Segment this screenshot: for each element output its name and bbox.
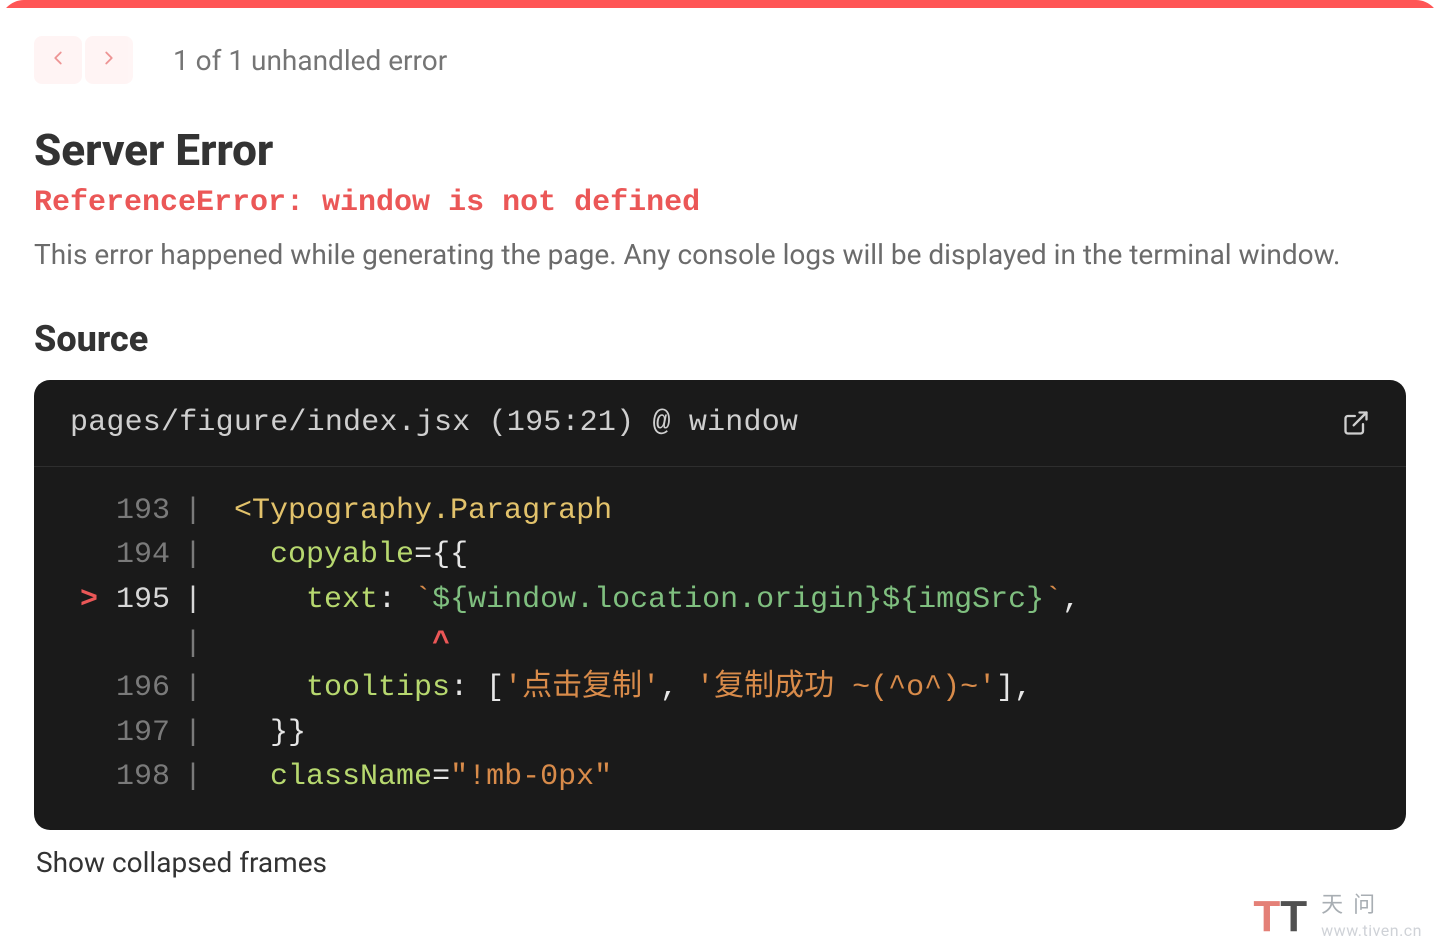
gutter-mark <box>70 711 98 755</box>
error-counter: 1 of 1 unhandled error <box>173 44 447 77</box>
arrow-left-icon <box>47 47 69 73</box>
gutter-mark <box>70 533 98 577</box>
gutter-mark <box>70 622 98 666</box>
gutter-pipe: | <box>170 711 216 755</box>
show-collapsed-frames-button[interactable]: Show collapsed frames <box>36 846 1406 879</box>
code-token: ` <box>414 578 432 622</box>
source-file: pages/figure/index.jsx <box>70 406 470 440</box>
gutter-mark <box>70 755 98 799</box>
code-token: }} <box>270 711 306 755</box>
watermark-line1: 天问 <box>1321 895 1422 917</box>
watermark-line2: www.tiven.cn <box>1321 923 1422 939</box>
code-token: copyable <box>270 533 414 577</box>
watermark-logo-part2: T <box>1280 892 1307 941</box>
gutter-mark <box>70 666 98 710</box>
gutter-pipe: | <box>170 666 216 710</box>
gutter-line-number: 197 <box>98 711 170 755</box>
code-token <box>234 711 270 755</box>
gutter-pipe: | <box>170 489 216 533</box>
code-token: = <box>414 533 432 577</box>
gutter-pipe: | <box>170 755 216 799</box>
gutter-line-number: 196 <box>98 666 170 710</box>
code-line: 193| <Typography.Paragraph <box>70 489 1370 533</box>
code-token: className <box>270 755 432 799</box>
code-token: : <box>378 578 414 622</box>
error-overlay: 1 of 1 unhandled error Server Error Refe… <box>0 0 1440 952</box>
error-content: Server Error ReferenceError: window is n… <box>0 84 1440 879</box>
gutter-pipe: | <box>170 622 216 666</box>
code-token: ` <box>1044 578 1062 622</box>
code-token: '点击复制' <box>504 666 660 710</box>
source-header: pages/figure/index.jsx (195:21) @ window <box>34 380 1406 467</box>
code-token <box>234 578 306 622</box>
watermark-logo-part1: T <box>1253 892 1280 941</box>
code-token: tooltips <box>306 666 450 710</box>
source-location: pages/figure/index.jsx (195:21) @ window <box>70 406 798 440</box>
code-line: | ^ <box>70 622 1370 666</box>
error-message: ReferenceError: window is not defined <box>34 186 1406 220</box>
error-header: 1 of 1 unhandled error <box>0 8 1440 84</box>
watermark-text: 天问 www.tiven.cn <box>1321 895 1422 939</box>
error-nav <box>34 36 133 84</box>
source-heading: Source <box>34 318 1406 360</box>
code-line: 194| copyable={{ <box>70 533 1370 577</box>
source-code: 193| <Typography.Paragraph 194| copyable… <box>34 467 1406 830</box>
top-stripe <box>0 0 1440 8</box>
code-token: = <box>432 755 450 799</box>
code-token: ], <box>996 666 1032 710</box>
watermark-logo: TT <box>1253 892 1307 942</box>
error-section-title: Server Error <box>34 124 1406 176</box>
code-token: <Typography.Paragraph <box>234 489 612 533</box>
code-token <box>234 666 306 710</box>
code-line: >195| text: `${window.location.origin}${… <box>70 578 1370 622</box>
gutter-line-number: 195 <box>98 578 170 622</box>
code-token: "!mb-0px" <box>450 755 612 799</box>
open-in-editor-button[interactable] <box>1342 409 1370 437</box>
watermark: TT 天问 www.tiven.cn <box>1253 892 1422 942</box>
error-description: This error happened while generating the… <box>34 236 1406 274</box>
code-token <box>234 622 432 666</box>
arrow-right-icon <box>98 47 120 73</box>
external-link-icon <box>1342 422 1370 441</box>
source-card: pages/figure/index.jsx (195:21) @ window… <box>34 380 1406 830</box>
source-symbol: window <box>689 406 798 440</box>
prev-error-button[interactable] <box>34 36 82 84</box>
gutter-pipe: | <box>170 578 216 622</box>
code-token <box>234 533 270 577</box>
code-token: , <box>660 666 696 710</box>
code-token: , <box>1062 578 1080 622</box>
code-line: 196| tooltips: ['点击复制', '复制成功 ~(^o^)~'], <box>70 666 1370 710</box>
source-at: @ <box>653 406 671 440</box>
code-token <box>234 755 270 799</box>
gutter-pipe: | <box>170 533 216 577</box>
code-token: ${window.location.origin}${imgSrc} <box>432 578 1044 622</box>
code-line: 197| }} <box>70 711 1370 755</box>
gutter-line-number: 194 <box>98 533 170 577</box>
code-token: {{ <box>432 533 468 577</box>
gutter-line-number: 193 <box>98 489 170 533</box>
code-token: text <box>306 578 378 622</box>
code-token: '复制成功 ~(^o^)~' <box>696 666 996 710</box>
code-token: : [ <box>450 666 504 710</box>
gutter-line-number: 198 <box>98 755 170 799</box>
code-token: ^ <box>432 622 450 666</box>
gutter-mark <box>70 489 98 533</box>
next-error-button[interactable] <box>85 36 133 84</box>
code-line: 198| className="!mb-0px" <box>70 755 1370 799</box>
gutter-line-number <box>98 622 170 666</box>
source-loc: (195:21) <box>489 406 635 440</box>
gutter-mark: > <box>70 578 98 622</box>
